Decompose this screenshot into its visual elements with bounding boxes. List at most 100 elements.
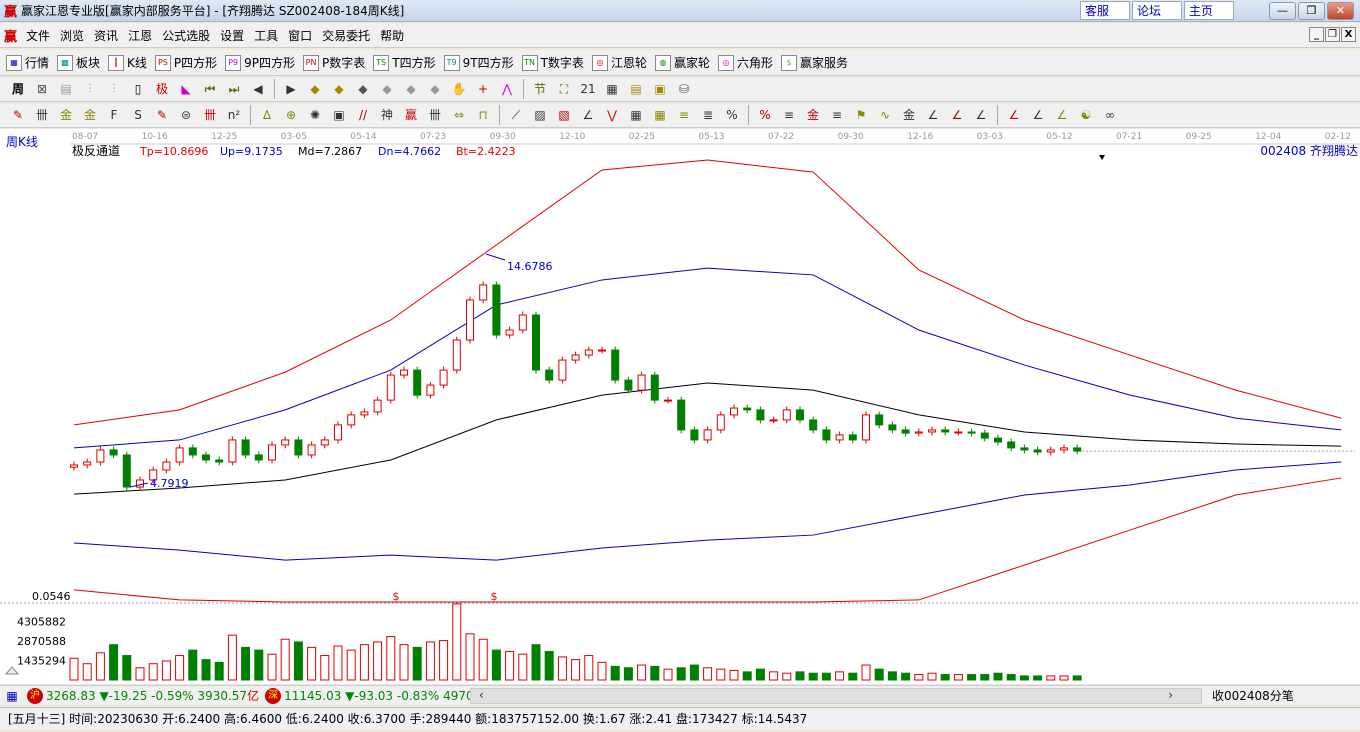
tool-icon[interactable]: ≡ [676, 107, 692, 123]
chart-area[interactable]: 08-07 10-16 12-25 03-05 05-14 07-23 09-30 12-10… [0, 129, 1360, 684]
tool-icon[interactable]: ✎ [154, 107, 170, 123]
tool-icon[interactable]: ⛁ [676, 81, 692, 97]
tool-icon[interactable]: ⇔ [451, 107, 467, 123]
tool-icon[interactable]: // [355, 107, 371, 123]
tool-icon[interactable]: ▨ [532, 107, 548, 123]
toolbar-button[interactable]: ◎ 六角形 [717, 54, 773, 71]
tool-icon[interactable]: ▣ [652, 81, 668, 97]
tool-icon[interactable]: ▶ [283, 81, 299, 97]
tool-icon[interactable]: ⊓ [475, 107, 491, 123]
tool-icon[interactable]: ≡ [829, 107, 845, 123]
tool-icon[interactable]: 神 [379, 107, 395, 123]
toolbar-button[interactable]: ▦ 行情 [6, 54, 49, 71]
tick-detail-label[interactable]: 收002408分笔 [1212, 687, 1294, 704]
menu-item[interactable]: 公式选股 [162, 27, 210, 44]
tool-icon[interactable]: ⊕ [283, 107, 299, 123]
tool-icon[interactable]: 21 [580, 81, 596, 97]
tool-icon[interactable]: ≣ [700, 107, 716, 123]
grid-icon[interactable]: ▦ [4, 688, 20, 704]
tool-icon[interactable]: ⋁ [604, 107, 620, 123]
toolbar-button[interactable]: ◍ 赢家轮 [654, 54, 710, 71]
tool-icon[interactable]: ⊠ [34, 81, 50, 97]
kline-chart[interactable]: 08-07 10-16 12-25 03-05 05-14 07-23 09-30 12-10… [0, 129, 1360, 684]
tool-icon[interactable]: ⫶ [106, 81, 122, 97]
tool-icon[interactable]: ◆ [307, 81, 323, 97]
menu-item[interactable]: 江恩 [128, 27, 152, 44]
tool-icon[interactable]: 卌 [202, 107, 218, 123]
tool-icon[interactable]: S [130, 107, 146, 123]
tool-icon[interactable]: ▣ [331, 107, 347, 123]
menu-item[interactable]: 资讯 [94, 27, 118, 44]
tool-icon[interactable]: ◆ [427, 81, 443, 97]
tool-icon[interactable]: ▤ [58, 81, 74, 97]
minimize-button[interactable]: — [1269, 2, 1296, 20]
horizontal-scrollbar[interactable]: ‹ › [470, 688, 1202, 704]
tool-icon[interactable]: 金 [82, 107, 98, 123]
restore-button[interactable]: ❐ [1298, 2, 1325, 20]
scroll-right-icon[interactable]: › [1168, 688, 1173, 702]
mdi-restore-button[interactable]: ❐ [1325, 27, 1340, 42]
tool-icon[interactable]: ▤ [628, 81, 644, 97]
tool-icon[interactable]: ∆ [259, 107, 275, 123]
toolbar-button[interactable]: ┃ K线 [108, 54, 147, 71]
tool-icon[interactable]: ◆ [379, 81, 395, 97]
tool-icon[interactable]: ∞ [1102, 107, 1118, 123]
tool-icon[interactable]: % [724, 107, 740, 123]
tool-icon[interactable]: 卌 [427, 107, 443, 123]
tool-icon[interactable]: ∠ [580, 107, 596, 123]
tool-icon[interactable]: 金 [805, 107, 821, 123]
tool-icon[interactable]: ▯ [130, 81, 146, 97]
menu-item[interactable]: 设置 [220, 27, 244, 44]
link-home[interactable]: 主页 [1184, 1, 1234, 20]
tool-icon[interactable]: 卌 [34, 107, 50, 123]
tool-icon[interactable]: n² [226, 107, 242, 123]
tool-icon[interactable]: F [106, 107, 122, 123]
period-select[interactable]: 周 [10, 81, 26, 97]
scroll-left-icon[interactable]: ‹ [479, 688, 484, 702]
tool-icon[interactable]: 金 [901, 107, 917, 123]
mdi-close-button[interactable]: X [1341, 27, 1356, 42]
tool-icon[interactable]: ◆ [355, 81, 371, 97]
menu-item[interactable]: 浏览 [60, 27, 84, 44]
tool-icon[interactable]: ⋀ [499, 81, 515, 97]
tool-icon[interactable]: ∠ [925, 107, 941, 123]
mdi-minimize-button[interactable]: _ [1309, 27, 1324, 42]
tool-icon[interactable]: 节 [532, 81, 548, 97]
tool-icon[interactable]: ◆ [331, 81, 347, 97]
link-service[interactable]: 客服 [1080, 1, 1130, 20]
tool-icon[interactable]: ▧ [556, 107, 572, 123]
tool-icon[interactable]: ∠ [1006, 107, 1022, 123]
tool-icon[interactable]: ⚑ [853, 107, 869, 123]
menu-item[interactable]: 窗口 [288, 27, 312, 44]
tool-icon[interactable]: ∠ [1054, 107, 1070, 123]
close-button[interactable]: ✕ [1327, 2, 1354, 20]
tool-icon[interactable]: ▦ [604, 81, 620, 97]
tool-icon[interactable]: + [475, 81, 491, 97]
tool-icon[interactable]: 赢 [403, 107, 419, 123]
toolbar-button[interactable]: ▩ 板块 [57, 54, 100, 71]
toolbar-button[interactable]: TS T四方形 [373, 54, 436, 71]
tool-icon[interactable]: ∠ [1030, 107, 1046, 123]
toolbar-button[interactable]: PN P数字表 [303, 54, 365, 71]
tool-icon[interactable]: ▦ [652, 107, 668, 123]
toolbar-button[interactable]: PS P四方形 [154, 54, 217, 71]
toolbar-button[interactable]: TN T数字表 [521, 54, 584, 71]
tool-icon[interactable]: ✺ [307, 107, 323, 123]
tool-icon[interactable]: ≡ [781, 107, 797, 123]
toolbar-button[interactable]: P9 9P四方形 [225, 54, 295, 71]
toolbar-button[interactable]: T9 9T四方形 [443, 54, 514, 71]
toolbar-button[interactable]: ◎ 江恩轮 [591, 54, 647, 71]
tool-icon[interactable]: ∠ [973, 107, 989, 123]
tool-icon[interactable]: ⫶ [82, 81, 98, 97]
tool-icon[interactable]: ⏭ [226, 81, 242, 97]
menu-item[interactable]: 交易委托 [322, 27, 370, 44]
tool-icon[interactable]: ∠ [949, 107, 965, 123]
tool-icon[interactable]: ⏮ [202, 81, 218, 97]
toolbar-button[interactable]: $ 赢家服务 [780, 54, 848, 71]
menu-item[interactable]: 文件 [26, 27, 50, 44]
tool-icon[interactable]: ∿ [877, 107, 893, 123]
menu-item[interactable]: 工具 [254, 27, 278, 44]
tool-icon[interactable]: ◆ [403, 81, 419, 97]
tool-icon[interactable]: ☯ [1078, 107, 1094, 123]
tool-icon[interactable]: ✋ [451, 81, 467, 97]
